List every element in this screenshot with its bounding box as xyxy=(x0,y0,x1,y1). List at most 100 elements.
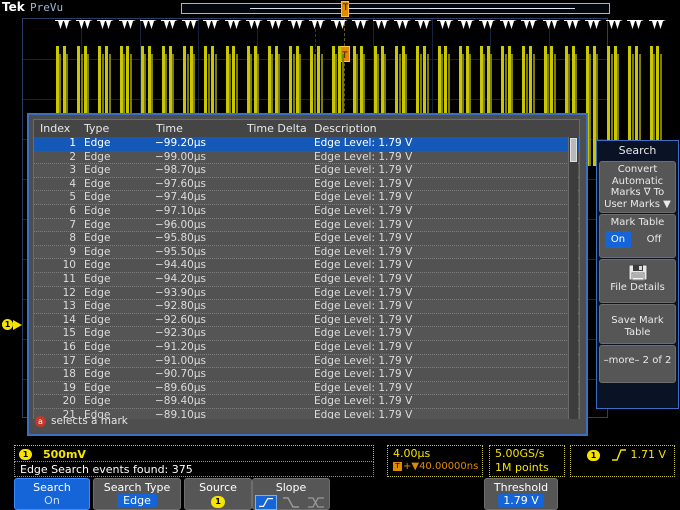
table-row[interactable]: 13 Edge −92.80µs Edge Level: 1.79 V xyxy=(34,300,579,314)
mark-table[interactable]: Index Type Time Time Delta Description 1… xyxy=(33,119,580,419)
table-row[interactable]: 6 Edge −97.10µs Edge Level: 1.79 V xyxy=(34,204,579,219)
table-row[interactable]: 4 Edge −97.60µs Edge Level: 1.79 V xyxy=(34,177,579,192)
table-row[interactable]: 8 Edge −95.80µs Edge Level: 1.79 V xyxy=(34,232,579,246)
column-header-time-delta: Time Delta xyxy=(247,122,307,135)
cell-description: Edge Level: 1.79 V xyxy=(314,259,413,272)
cell-index: 3 xyxy=(69,164,76,177)
channel1-vertical-readout[interactable]: 1 500mV xyxy=(14,445,374,462)
side-menu[interactable]: Search Convert Automatic Marks ∇ To User… xyxy=(596,140,679,409)
slope-button[interactable]: Slope xyxy=(252,478,330,510)
column-header-index: Index xyxy=(40,122,71,135)
either-edge-icon[interactable] xyxy=(305,495,327,510)
horizontal-readout[interactable]: 4.00µs T +▼40.00000ns xyxy=(387,445,483,477)
horizontal-delay-value: T +▼40.00000ns xyxy=(393,461,478,472)
search-mark-icon xyxy=(267,20,284,32)
table-row[interactable]: 17 Edge −91.00µs Edge Level: 1.79 V xyxy=(34,354,579,369)
tek-logo: Tek xyxy=(2,0,25,14)
falling-edge-icon[interactable] xyxy=(280,495,302,510)
rising-edge-icon[interactable] xyxy=(255,495,277,510)
cell-time: −91.00µs xyxy=(154,354,206,367)
table-row[interactable]: 18 Edge −90.70µs Edge Level: 1.79 V xyxy=(34,368,579,382)
cell-time: −92.60µs xyxy=(154,313,206,326)
cell-index: 5 xyxy=(69,191,76,204)
table-row[interactable]: 2 Edge −99.00µs Edge Level: 1.79 V xyxy=(34,150,579,165)
table-row[interactable]: 1 Edge −99.20µs Edge Level: 1.79 V xyxy=(34,137,579,151)
mark-table-body[interactable]: 1 Edge −99.20µs Edge Level: 1.79 V 2 Edge −99.… xyxy=(34,137,579,419)
table-row[interactable]: 20 Edge −89.40µs Edge Level: 1.79 V xyxy=(34,395,579,409)
scrollbar-thumb[interactable] xyxy=(570,138,577,162)
cell-index: 8 xyxy=(69,232,76,245)
trigger-position-marker-top[interactable] xyxy=(341,1,349,17)
threshold-button[interactable]: Threshold 1.79 V xyxy=(484,478,558,510)
table-row[interactable]: 15 Edge −92.30µs Edge Level: 1.79 V xyxy=(34,327,579,341)
rising-edge-icon xyxy=(612,449,626,461)
search-mark-icon xyxy=(288,20,306,32)
cell-index: 1 xyxy=(69,137,76,149)
cell-type: Edge xyxy=(84,354,111,367)
cell-time: −94.40µs xyxy=(154,259,206,272)
cell-time: −95.50µs xyxy=(154,245,206,258)
table-row[interactable]: 10 Edge −94.40µs Edge Level: 1.79 V xyxy=(34,259,579,273)
cell-type: Edge xyxy=(84,232,111,245)
search-mark-icon xyxy=(521,20,539,32)
cell-description: Edge Level: 1.79 V xyxy=(314,354,413,367)
search-mark-icon xyxy=(415,20,433,32)
save-mark-table-button[interactable]: Save Mark Table xyxy=(599,304,676,344)
acquisition-readout[interactable]: 5.00GS/s 1M points xyxy=(489,445,565,477)
search-mark-icon xyxy=(457,20,475,32)
search-button-value: On xyxy=(44,494,60,507)
trigger-t-icon: T xyxy=(393,462,402,471)
cell-index: 13 xyxy=(62,300,76,313)
mark-table-scrollbar[interactable] xyxy=(568,137,578,419)
cell-description: Edge Level: 1.79 V xyxy=(314,204,413,217)
table-row[interactable]: 19 Edge −89.60µs Edge Level: 1.79 V xyxy=(34,381,579,396)
convert-automatic-marks-button[interactable]: Convert Automatic Marks ∇ To User Marks … xyxy=(599,161,676,213)
cell-description: Edge Level: 1.79 V xyxy=(314,191,413,204)
side-menu-title: Search xyxy=(597,141,678,160)
mark-table-onoff[interactable]: On Off xyxy=(600,230,675,252)
cell-time: −89.10µs xyxy=(154,408,206,419)
bottom-button-bar[interactable]: Search On Search Type Edge Source 1 Slop… xyxy=(0,478,680,510)
file-details-button[interactable]: File Details xyxy=(599,259,676,303)
file-details-label: File Details xyxy=(610,282,665,293)
cell-index: 10 xyxy=(62,259,76,272)
search-mark-icon xyxy=(436,20,454,32)
table-row[interactable]: 7 Edge −96.00µs Edge Level: 1.79 V xyxy=(34,218,579,233)
table-row[interactable]: 16 Edge −91.20µs Edge Level: 1.79 V xyxy=(34,340,579,355)
table-row[interactable]: 14 Edge −92.60µs Edge Level: 1.79 V xyxy=(34,313,579,328)
search-mark-icon xyxy=(182,20,200,32)
cell-time: −92.80µs xyxy=(154,300,206,313)
cell-description: Edge Level: 1.79 V xyxy=(314,232,413,245)
table-row[interactable]: 5 Edge −97.40µs Edge Level: 1.79 V xyxy=(34,191,579,205)
cell-time: −91.20µs xyxy=(154,340,206,353)
search-mark-icon xyxy=(330,20,348,32)
cell-index: 16 xyxy=(62,340,76,353)
channel1-indicator: 1 xyxy=(19,449,32,460)
table-row[interactable]: 3 Edge −98.70µs Edge Level: 1.79 V xyxy=(34,164,579,178)
cell-description: Edge Level: 1.79 V xyxy=(314,218,413,231)
slope-options[interactable] xyxy=(253,495,329,510)
search-type-button[interactable]: Search Type Edge xyxy=(93,478,181,510)
search-button[interactable]: Search On xyxy=(14,478,90,510)
table-row[interactable]: 9 Edge −95.50µs Edge Level: 1.79 V xyxy=(34,245,579,260)
table-row[interactable]: 12 Edge −93.90µs Edge Level: 1.79 V xyxy=(34,286,579,301)
mark-table-off-button[interactable]: Off xyxy=(641,231,667,248)
source-button[interactable]: Source 1 xyxy=(184,478,252,510)
search-mark-icon xyxy=(585,20,602,32)
cell-time: −99.00µs xyxy=(154,150,206,163)
more-button[interactable]: –more– 2 of 2 xyxy=(599,345,676,383)
channel1-ground-marker[interactable]: 1 xyxy=(2,318,22,333)
search-mark-icon xyxy=(203,20,221,32)
cell-index: 7 xyxy=(69,218,76,231)
table-row[interactable]: 11 Edge −94.20µs Edge Level: 1.79 V xyxy=(34,272,579,287)
mark-table-toggle-group[interactable]: Mark Table On Off xyxy=(599,214,676,258)
cell-description: Edge Level: 1.79 V xyxy=(314,340,413,353)
trigger-readout[interactable]: 1 1.71 V xyxy=(570,445,675,477)
cell-description: Edge Level: 1.79 V xyxy=(314,327,413,340)
mark-table-on-button[interactable]: On xyxy=(605,230,631,248)
ground-level-arrow xyxy=(13,320,22,330)
cell-index: 15 xyxy=(62,327,76,340)
horizontal-scale-value: 4.00µs xyxy=(393,447,431,460)
mark-table-window[interactable]: Index Type Time Time Delta Description 1… xyxy=(27,113,588,436)
cell-index: 14 xyxy=(62,313,76,326)
